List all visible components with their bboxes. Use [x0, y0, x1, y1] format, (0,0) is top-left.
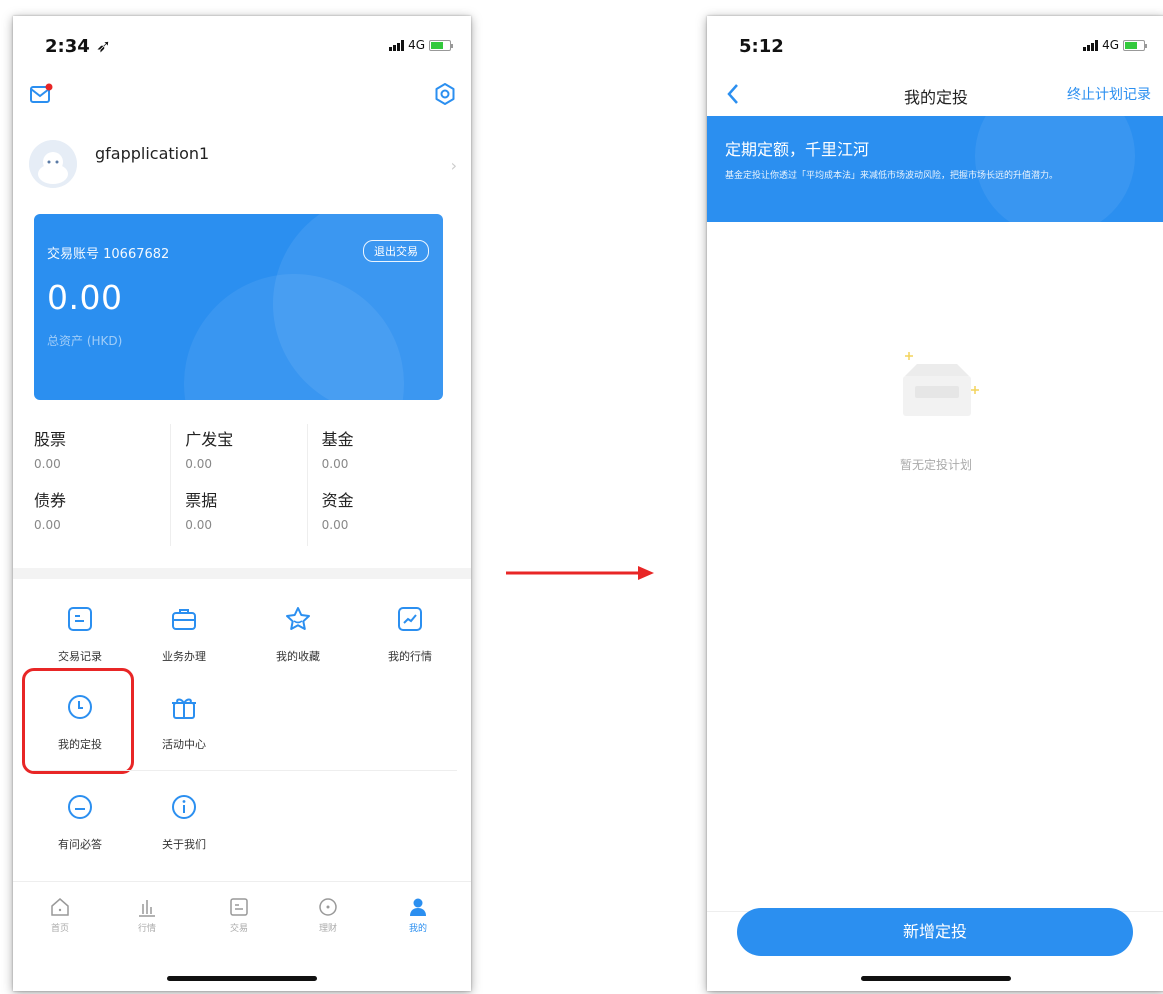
asset-name: 股票 [34, 430, 67, 449]
asset-notes[interactable]: 票据 0.00 [170, 485, 306, 546]
network-type: 4G [1102, 38, 1119, 52]
menu-business[interactable]: 业务办理 [139, 604, 229, 664]
tab-market[interactable]: 行情 [117, 896, 177, 934]
tab-label: 行情 [137, 924, 156, 934]
banner-description: 基金定投让你透过「平均成本法」来减低市场波动风险，把握市场长远的升值潜力。 [725, 171, 1059, 181]
person-icon [410, 898, 426, 916]
asset-grid: 股票 0.00 广发宝 0.00 基金 0.00 债券 0.00 票据 0.00 [34, 424, 443, 546]
total-assets-label: 总资产 (HKD) [47, 334, 123, 348]
tab-label: 我的 [408, 924, 427, 934]
banner-title: 定期定额，千里江河 [725, 140, 870, 159]
chart-icon [398, 607, 422, 631]
total-balance: 0.00 [47, 278, 123, 317]
home-indicator [167, 976, 317, 981]
intro-banner: 定期定额，千里江河 基金定投让你透过「平均成本法」来减低市场波动风险，把握市场长… [707, 116, 1163, 222]
asset-name: 基金 [321, 430, 354, 449]
menu-label: 我的收藏 [276, 650, 320, 663]
tab-mine[interactable]: 我的 [388, 896, 448, 934]
asset-value: 0.00 [321, 518, 349, 532]
star-icon [286, 607, 310, 630]
asset-name: 广发宝 [185, 430, 234, 449]
tab-home[interactable]: 首页 [30, 896, 90, 934]
arrow-right-icon [506, 566, 654, 580]
tab-bar: 首页 行情 交易 理财 我的 [13, 881, 471, 991]
profile-row[interactable]: gfapplication1 › [29, 134, 457, 194]
asset-value: 0.00 [321, 457, 349, 471]
chevron-right-icon: › [450, 156, 457, 175]
menu-label: 业务办理 [162, 650, 206, 663]
battery-icon [1123, 39, 1147, 51]
menu-activity-center[interactable]: 活动中心 [139, 692, 229, 752]
tab-trade[interactable]: 交易 [209, 896, 269, 934]
menu-faq[interactable]: 有问必答 [35, 792, 125, 852]
nav-bar: 我的定投 终止计划记录 [707, 74, 1163, 116]
asset-stocks[interactable]: 股票 0.00 [34, 424, 170, 485]
phone-screen-my-account: 2:34 ➶ 4G gfapplication1 › 交易账号 10667682… [13, 16, 471, 991]
add-plan-button[interactable]: 新增定投 [737, 908, 1133, 956]
menu-label: 关于我们 [162, 838, 206, 851]
tab-label: 交易 [229, 924, 248, 934]
asset-name: 资金 [321, 491, 354, 510]
asset-value: 0.00 [185, 457, 212, 471]
mail-icon[interactable] [29, 82, 55, 106]
info-icon [172, 795, 196, 819]
menu-divider [33, 770, 457, 771]
menu-label: 有问必答 [58, 838, 102, 851]
account-number: 交易账号 10667682 [47, 247, 170, 262]
home-icon [51, 898, 69, 916]
exit-trading-button[interactable]: 退出交易 [363, 240, 429, 262]
gift-icon [172, 698, 196, 719]
asset-gfbao[interactable]: 广发宝 0.00 [170, 424, 306, 485]
status-bar: 5:12 4G [707, 16, 1163, 74]
username: gfapplication1 [95, 144, 210, 163]
wealth-icon [319, 898, 337, 916]
gear-icon[interactable] [433, 82, 457, 106]
chat-icon [68, 795, 92, 819]
asset-cash[interactable]: 资金 0.00 [306, 485, 443, 546]
status-time: 2:34 ➶ [45, 36, 112, 57]
briefcase-icon [172, 609, 196, 630]
menu-my-market[interactable]: 我的行情 [365, 604, 455, 664]
asset-value: 0.00 [185, 518, 212, 532]
empty-state-text: 暂无定投计划 [899, 458, 972, 472]
tab-label: 首页 [50, 924, 69, 934]
menu-favorites[interactable]: 我的收藏 [253, 604, 343, 664]
avatar[interactable] [29, 140, 77, 188]
trade-icon [230, 898, 248, 916]
menu-label: 活动中心 [162, 738, 206, 751]
signal-icon [1083, 39, 1099, 51]
asset-value: 0.00 [34, 518, 61, 532]
status-bar: 2:34 ➶ 4G [13, 16, 471, 74]
highlight-box [22, 668, 134, 774]
record-icon [68, 607, 92, 631]
tab-wealth[interactable]: 理财 [298, 896, 358, 934]
asset-funds[interactable]: 基金 0.00 [306, 424, 443, 485]
account-card: 交易账号 10667682 退出交易 0.00 总资产 (HKD) [34, 214, 443, 400]
bottom-bar: 新增定投 [707, 908, 1163, 991]
home-indicator [861, 976, 1011, 981]
asset-name: 票据 [185, 491, 218, 510]
asset-bonds[interactable]: 债券 0.00 [34, 485, 170, 546]
asset-value: 0.00 [34, 457, 61, 471]
empty-box-icon [903, 352, 979, 416]
phone-screen-my-investment-plan: 5:12 4G 我的定投 终止计划记录 定期定额，千里江河 基金定投让你透过「平… [707, 16, 1163, 991]
tab-label: 理财 [318, 924, 337, 934]
status-indicators: 4G [1083, 38, 1147, 52]
status-indicators: 4G [389, 38, 453, 52]
section-divider [13, 568, 471, 579]
network-type: 4G [408, 38, 425, 52]
menu-label: 交易记录 [58, 650, 102, 663]
terminated-plans-link[interactable]: 终止计划记录 [1067, 84, 1151, 104]
menu-trade-records[interactable]: 交易记录 [35, 604, 125, 664]
menu-about-us[interactable]: 关于我们 [139, 792, 229, 852]
battery-icon [429, 39, 453, 51]
asset-name: 债券 [34, 491, 67, 510]
menu-label: 我的行情 [388, 650, 432, 663]
signal-icon [389, 39, 405, 51]
status-time: 5:12 [739, 36, 784, 57]
bars-icon [139, 900, 155, 917]
